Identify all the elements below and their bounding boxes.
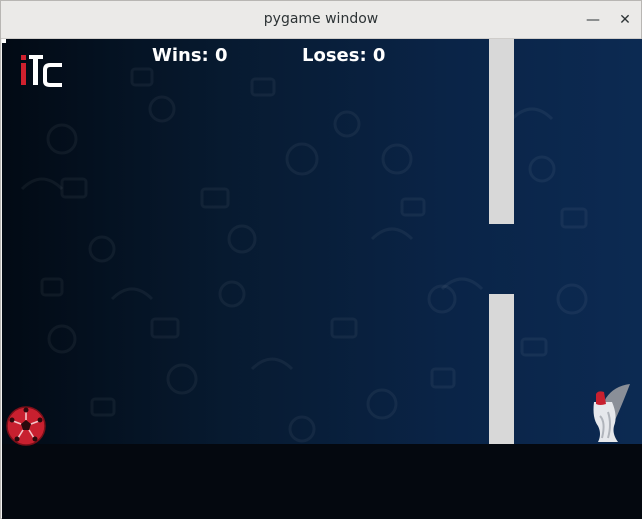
corner-mark <box>2 39 6 43</box>
background-pattern <box>20 67 588 443</box>
loses-counter: Loses: 0 <box>302 45 386 66</box>
game-background <box>2 39 642 444</box>
minimize-button[interactable]: — <box>582 9 604 31</box>
itc-logo-icon <box>18 53 62 91</box>
close-button[interactable]: ✕ <box>614 9 636 31</box>
pipe-top <box>489 39 514 224</box>
window-title: pygame window <box>263 11 379 27</box>
soccer-ball-icon <box>5 405 47 451</box>
app-window: pygame window — ✕ Wins: 0 Loses: 0 <box>0 0 642 519</box>
ground-floor <box>2 444 642 519</box>
title-bar[interactable]: pygame window — ✕ <box>1 1 641 39</box>
wins-counter: Wins: 0 <box>152 45 228 66</box>
game-canvas[interactable]: Wins: 0 Loses: 0 <box>2 39 642 519</box>
world-cup-trophy-icon <box>584 382 634 448</box>
pipe-bottom <box>489 294 514 444</box>
